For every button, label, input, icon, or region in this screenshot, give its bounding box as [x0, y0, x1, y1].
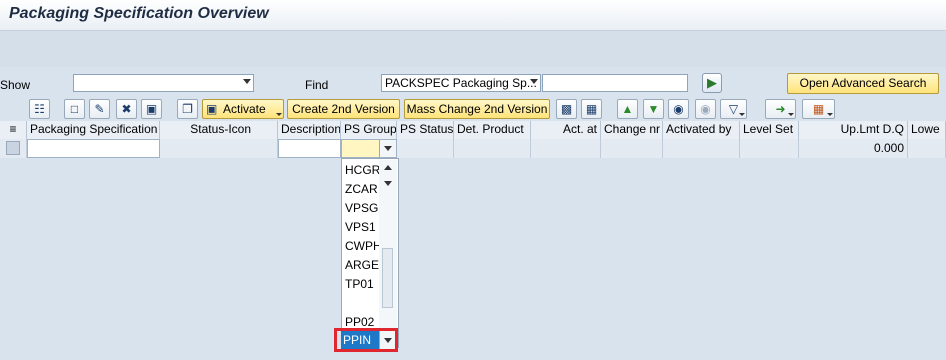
open-advanced-search-button[interactable]: Open Advanced Search	[787, 73, 939, 94]
dropdown-option[interactable]: CWPH	[345, 239, 382, 253]
row-select-box	[6, 141, 20, 155]
details-icon[interactable]: ☷	[29, 99, 50, 119]
create-2nd-version-button[interactable]: Create 2nd Version	[287, 99, 400, 119]
column-header[interactable]: Level Set	[740, 121, 799, 139]
chevron-down-icon	[384, 146, 392, 151]
save-icon: ▣	[206, 102, 218, 116]
show-select[interactable]	[73, 74, 254, 92]
show-label: Show	[0, 78, 31, 92]
dropdown-option[interactable]: VPS1	[345, 220, 376, 234]
activated-by-cell	[663, 139, 740, 158]
filter-icon[interactable]: ▽	[720, 99, 747, 119]
table-settings-icon[interactable]: ≡	[0, 121, 27, 139]
activate-button[interactable]: ▣ Activate	[202, 99, 284, 119]
chevron-down-icon	[276, 113, 282, 116]
copy-icon[interactable]: ❐	[177, 99, 198, 119]
column-header[interactable]: Packaging Specification	[27, 121, 160, 139]
execute-search-icon[interactable]: ▶	[702, 73, 722, 93]
ps-status-cell	[397, 139, 454, 158]
compare-icon[interactable]: ▩	[556, 99, 577, 119]
activate-label: Activate	[223, 102, 266, 116]
export-icon[interactable]: ➜	[765, 99, 796, 119]
column-header[interactable]: PS Status	[397, 121, 454, 139]
up-lmt-dq-cell: 0.000	[799, 139, 908, 158]
scroll-up-icon[interactable]	[384, 165, 392, 170]
page-title: Packaging Specification Overview	[9, 5, 269, 22]
status-icon-cell	[160, 139, 278, 158]
chevron-down-icon	[739, 113, 745, 116]
find-object-select[interactable]: PACKSPEC Packaging Sp...	[381, 74, 541, 92]
find-object-value: PACKSPEC Packaging Sp...	[385, 76, 537, 90]
det-product-cell	[454, 139, 531, 158]
act-at-cell	[531, 139, 601, 158]
scroll-thumb[interactable]	[382, 248, 393, 308]
dropdown-option[interactable]: ARGE	[345, 258, 379, 272]
column-header[interactable]: PS Group	[341, 121, 397, 139]
column-header[interactable]: Act. at	[531, 121, 601, 139]
column-header[interactable]: Up.Lmt D.Q	[799, 121, 908, 139]
scroll-down-icon[interactable]	[384, 181, 392, 186]
sort-ascending-icon[interactable]: ▲	[617, 99, 638, 119]
dropdown-option[interactable]: VPSG	[345, 201, 378, 215]
highlight-box	[334, 328, 398, 352]
chevron-down-icon	[530, 79, 538, 84]
level-set-cell	[740, 139, 799, 158]
delete-trash-icon[interactable]: ✖	[116, 99, 137, 119]
save-icon[interactable]: ▣	[141, 99, 162, 119]
layout-icon[interactable]: ▦	[802, 99, 835, 119]
column-header[interactable]: Det. Product	[454, 121, 531, 139]
find-binoculars-icon[interactable]: ◉	[668, 99, 689, 119]
column-header[interactable]: Activated by	[663, 121, 740, 139]
change-nr-cell	[601, 139, 663, 158]
dropdown-option[interactable]: TP01	[345, 277, 374, 291]
column-header[interactable]: Status-Icon	[160, 121, 278, 139]
find-text-input[interactable]	[542, 74, 688, 92]
dropdown-option[interactable]: ZCAR	[345, 182, 378, 196]
column-header[interactable]: Description	[278, 121, 341, 139]
chevron-down-icon	[243, 79, 251, 84]
row-selector[interactable]	[0, 139, 27, 158]
export-excel-icon[interactable]: ▦	[581, 99, 602, 119]
application-toolbar-area	[0, 30, 946, 67]
lower-cell	[908, 139, 946, 158]
sort-descending-icon[interactable]: ▼	[643, 99, 664, 119]
ps-group-dropdown-button[interactable]	[379, 140, 396, 157]
packaging-spec-input[interactable]	[27, 139, 160, 158]
dropdown-option[interactable]: PP02	[345, 315, 374, 329]
edit-pencil-icon[interactable]: ✎	[89, 99, 110, 119]
dropdown-option[interactable]: HCGR	[345, 163, 380, 177]
title-bar: Packaging Specification Overview	[0, 0, 946, 30]
find-label: Find	[305, 78, 329, 92]
ps-group-input[interactable]	[341, 139, 397, 158]
find-next-icon[interactable]: ◉	[695, 99, 716, 119]
description-input[interactable]	[278, 139, 341, 158]
column-header[interactable]: Lowe	[908, 121, 946, 139]
chevron-down-icon	[827, 113, 833, 116]
mass-change-2nd-version-button[interactable]: Mass Change 2nd Version	[404, 99, 550, 119]
new-document-icon[interactable]: □	[64, 99, 85, 119]
dropdown-scrollbar[interactable]	[379, 160, 397, 348]
chevron-down-icon	[788, 113, 794, 116]
column-header[interactable]: Change nr	[601, 121, 663, 139]
